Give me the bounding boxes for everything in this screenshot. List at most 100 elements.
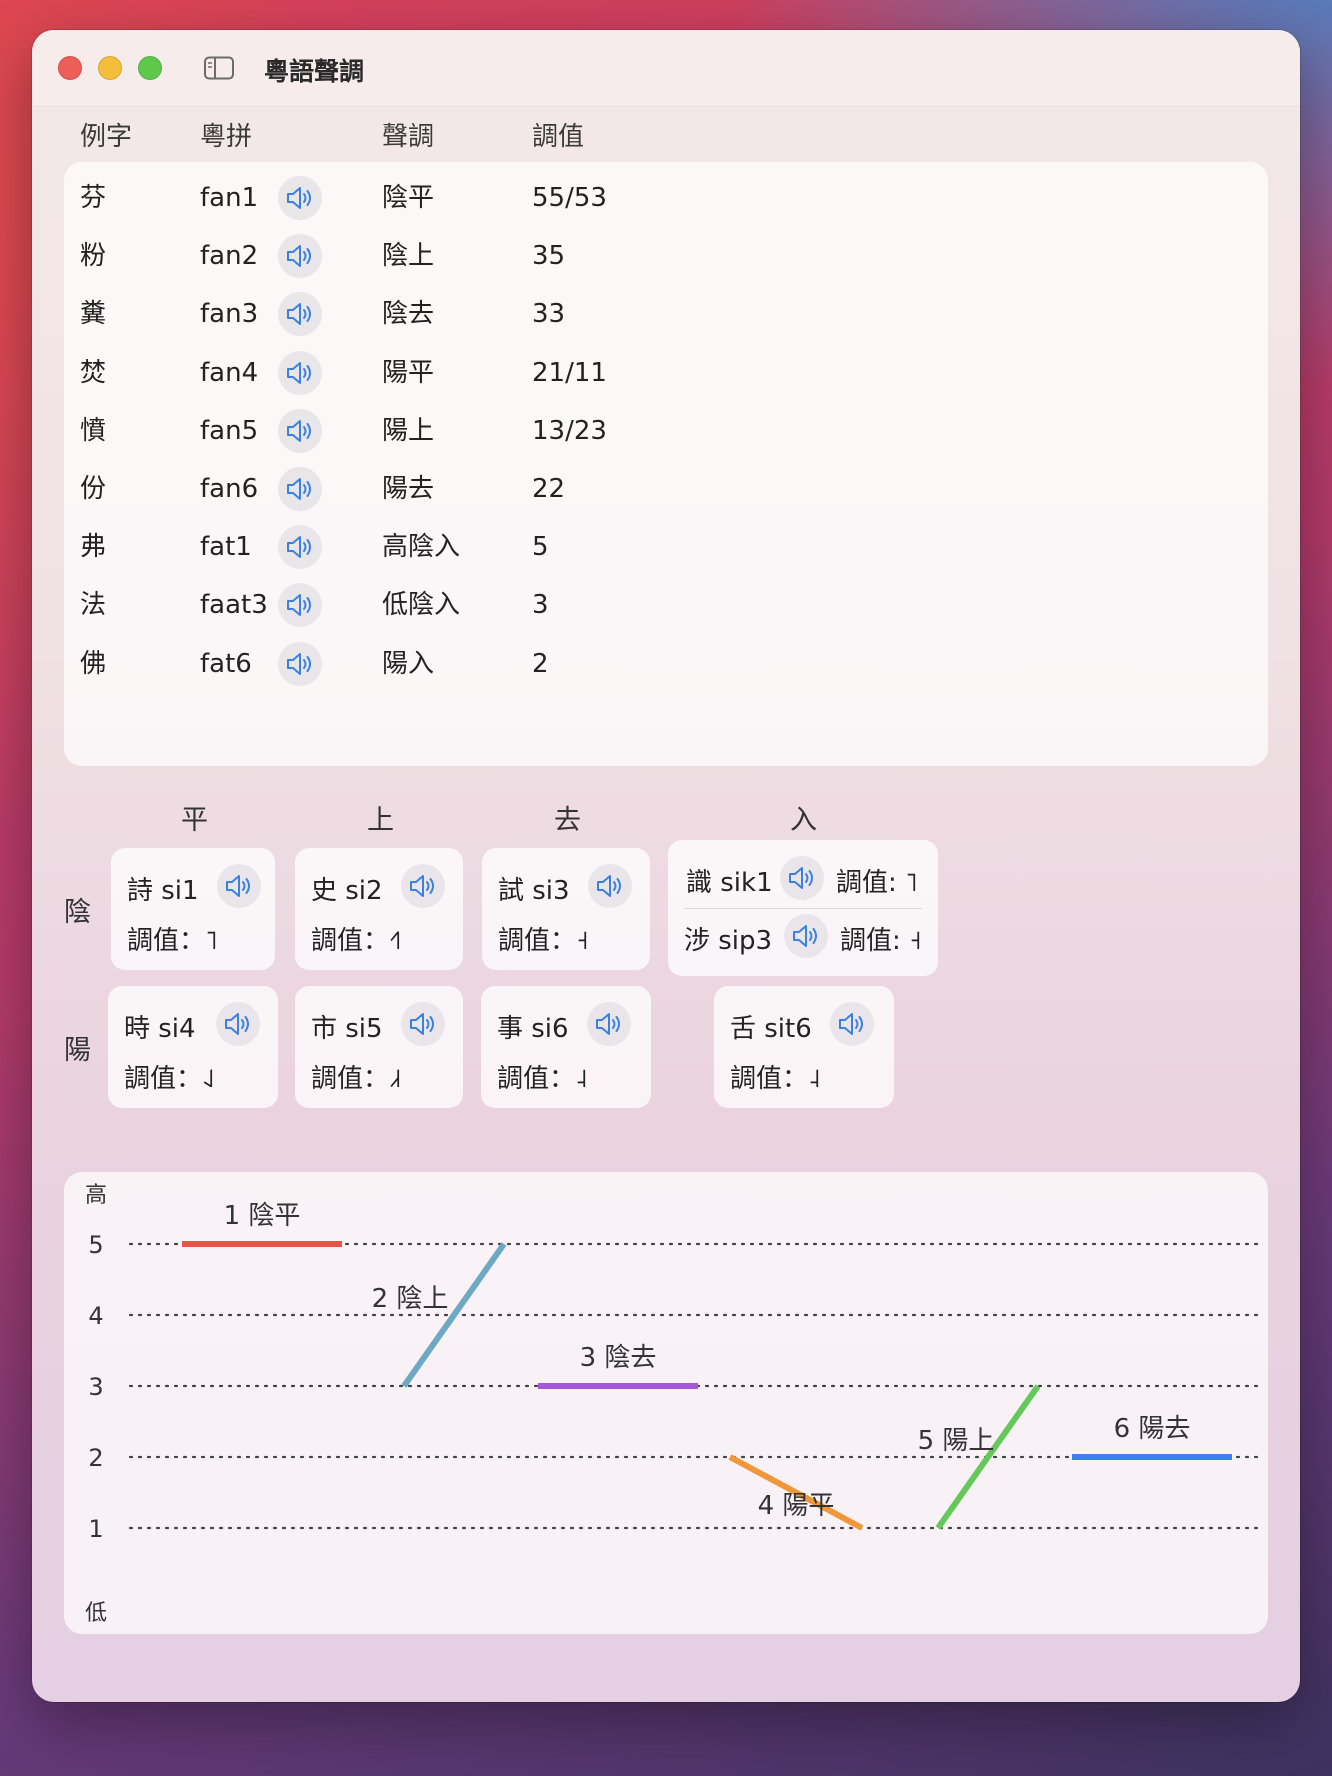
tone-card-word: 詩 si1 (127, 876, 199, 906)
cell-jyutping: fan5 (200, 415, 259, 446)
speaker-icon[interactable] (278, 641, 322, 686)
y-tick-label: 2 (88, 1444, 103, 1472)
cell-jyutping: faat3 (200, 590, 268, 621)
cell-tone: 陽去 (382, 474, 435, 504)
cell-tone: 陰上 (382, 241, 435, 272)
speaker-icon[interactable] (278, 234, 322, 279)
tone-card-value: 調值: ˧ (840, 926, 922, 956)
tone-card-yang-shang: 市 si5 調值：˩˧ (295, 986, 463, 1108)
app-window: 粵語聲調 例字 粵拼 聲調 調值 芬 fan1 陰平 55/53 粉 fan2 陰上 35 糞 f… (32, 30, 1300, 1702)
col-head-ru: 入 (790, 805, 817, 836)
cell-value: 33 (532, 299, 566, 330)
header-value: 調值 (532, 122, 585, 152)
tone-card-yin-ping: 詩 si1 調值：˥ (111, 848, 275, 970)
cell-tone: 陰平 (382, 183, 435, 213)
speaker-icon[interactable] (278, 467, 322, 511)
tone-contour-chart: 高低 5 4 3 2 1 1 陰平 2 陰上 3 陰去 4 陽平 5 陽上 6 陽去 (64, 1172, 1268, 1634)
cell-tone: 陽平 (382, 357, 435, 388)
series-label: 4 陽平 (758, 1491, 835, 1521)
tone-card-yang-ru: 舌 sit6 調值：˨ (714, 986, 894, 1108)
tone-card-yang-qu: 事 si6 調值：˨ (481, 986, 651, 1108)
speaker-icon[interactable] (401, 1002, 445, 1046)
speaker-icon[interactable] (278, 292, 322, 337)
speaker-icon[interactable] (217, 864, 261, 908)
cell-jyutping: fan3 (200, 299, 259, 330)
minimize-button[interactable] (98, 56, 122, 80)
cell-char: 佛 (80, 648, 107, 679)
window-title: 粵語聲調 (264, 57, 365, 86)
speaker-icon[interactable] (216, 1002, 260, 1046)
y-tick-label: 5 (88, 1231, 103, 1259)
cell-tone: 低陰入 (382, 590, 461, 621)
cell-char: 糞 (80, 299, 107, 330)
table-row: 糞 fan3 陰去 33 (64, 286, 1268, 342)
cell-char: 粉 (80, 241, 107, 272)
table-row: 芬 fan1 陰平 55/53 (64, 170, 1268, 226)
tone-table: 芬 fan1 陰平 55/53 粉 fan2 陰上 35 糞 fan3 陰去 33 焚 fan4 陽平 21/… (64, 162, 1268, 766)
col-head-ping: 平 (181, 805, 208, 836)
tone-card-word: 時 si4 (124, 1014, 196, 1044)
row-head-yin: 陰 (64, 897, 91, 928)
col-head-qu: 去 (554, 805, 581, 836)
speaker-icon[interactable] (588, 864, 632, 908)
cell-jyutping: fan6 (200, 474, 259, 504)
tone-card-value: 調值：˩˧ (311, 1064, 402, 1094)
tone-card-value: 調值：˨ (730, 1064, 821, 1094)
table-row: 憤 fan5 陽上 13/23 (64, 403, 1268, 459)
speaker-icon[interactable] (784, 914, 828, 958)
speaker-icon[interactable] (401, 864, 445, 908)
speaker-icon[interactable] (278, 350, 322, 395)
speaker-icon[interactable] (830, 1002, 874, 1046)
speaker-icon[interactable] (587, 1002, 631, 1046)
tone-card-word: 事 si6 (497, 1014, 569, 1044)
col-head-shang: 上 (367, 805, 394, 836)
zoom-button[interactable] (138, 56, 162, 80)
title-bar: 粵語聲調 (32, 30, 1300, 107)
cell-char: 份 (80, 474, 107, 504)
tone-card-value: 調值: ˥ (836, 868, 918, 898)
cell-char: 弗 (80, 532, 107, 563)
y-tick-label: 1 (88, 1515, 103, 1543)
cell-jyutping: fat1 (200, 532, 252, 563)
tone-card-value: 調值：˥ (127, 926, 218, 956)
cell-value: 2 (532, 648, 549, 679)
tone-card-word: 識 sik1 (686, 868, 773, 898)
table-row: 弗 fat1 高陰入 5 (64, 519, 1268, 575)
tone-chart-svg: 高低 5 4 3 2 1 1 陰平 2 陰上 3 陰去 4 陽平 5 陽上 6 陽去 (85, 1183, 1260, 1626)
tone-card-value: 調值：˨˩ (124, 1064, 215, 1094)
table-row: 法 faat3 低陰入 3 (64, 577, 1268, 633)
close-button[interactable] (58, 56, 82, 80)
cell-char: 法 (80, 590, 107, 621)
cell-tone: 高陰入 (382, 532, 461, 563)
speaker-icon[interactable] (278, 408, 322, 453)
cell-char: 焚 (80, 357, 107, 388)
tone-card-word: 市 si5 (311, 1014, 383, 1044)
header-jyutping: 粵拼 (200, 122, 253, 152)
tone-card-value: 調值：˧˥ (311, 926, 402, 956)
header-char: 例字 (80, 122, 133, 152)
cell-value: 55/53 (532, 183, 607, 213)
cell-char: 憤 (80, 415, 107, 446)
cell-value: 5 (532, 532, 549, 563)
tone-card-yin-shang: 史 si2 調值：˧˥ (295, 848, 463, 970)
row-head-yang: 陽 (64, 1035, 91, 1066)
cell-tone: 陽上 (382, 415, 435, 446)
cell-value: 35 (532, 241, 566, 272)
cell-char: 芬 (80, 183, 107, 213)
series-label: 3 陰去 (580, 1343, 657, 1373)
cell-jyutping: fan1 (200, 183, 259, 213)
table-row: 份 fan6 陽去 22 (64, 461, 1268, 517)
tone-card-word: 史 si2 (311, 876, 383, 906)
header-tone: 聲調 (382, 122, 435, 152)
speaker-icon[interactable] (278, 583, 322, 628)
cell-tone: 陰去 (382, 299, 435, 330)
sidebar-toggle-icon[interactable] (204, 56, 234, 80)
cell-jyutping: fan4 (200, 357, 259, 388)
tone-card-value: 調值：˧ (498, 926, 589, 956)
speaker-icon[interactable] (278, 525, 322, 570)
speaker-icon[interactable] (278, 176, 322, 220)
series-label: 6 陽去 (1114, 1414, 1191, 1444)
series-label: 1 陰平 (224, 1201, 301, 1231)
speaker-icon[interactable] (780, 856, 824, 900)
divider (684, 908, 922, 909)
